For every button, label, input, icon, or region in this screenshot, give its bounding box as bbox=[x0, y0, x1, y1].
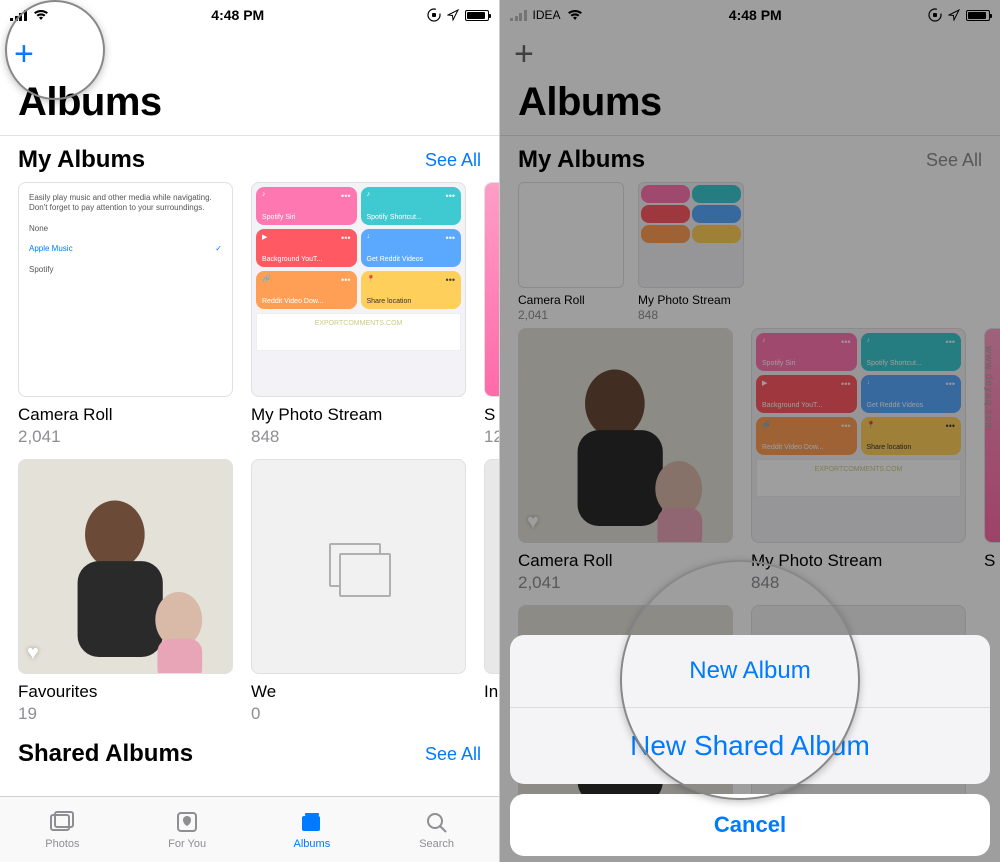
sheet-cancel[interactable]: Cancel bbox=[510, 794, 990, 856]
wifi-icon bbox=[33, 9, 49, 21]
album-count: 19 bbox=[18, 704, 233, 724]
album-peek[interactable]: In bbox=[484, 459, 499, 724]
album-camera-roll-large[interactable]: ♥ Camera Roll 2,041 bbox=[518, 328, 733, 593]
album-cover bbox=[251, 459, 466, 674]
search-tab-icon bbox=[423, 810, 451, 834]
album-peek[interactable]: S 12 bbox=[484, 182, 499, 447]
rotation-lock-icon bbox=[427, 8, 441, 22]
shared-albums-heading: Shared Albums bbox=[18, 740, 193, 768]
album-cover: ♪Spotify Siri••• ♪Spotify Shortcut...•••… bbox=[251, 182, 466, 397]
battery-icon bbox=[465, 10, 489, 21]
wifi-icon bbox=[567, 9, 583, 21]
watermark: www.deyaq.com bbox=[983, 346, 994, 432]
album-count: 848 bbox=[251, 427, 466, 447]
album-we[interactable]: We 0 bbox=[251, 459, 466, 724]
tab-photos[interactable]: Photos bbox=[0, 797, 125, 862]
my-albums-heading: My Albums bbox=[518, 146, 645, 174]
my-albums-header: My Albums See All bbox=[0, 136, 499, 182]
tab-albums[interactable]: Albums bbox=[250, 797, 375, 862]
phone-left: 4:48 PM + Albums My Albums See All Easil… bbox=[0, 0, 500, 862]
album-camera-roll[interactable]: Easily play music and other media while … bbox=[18, 182, 233, 447]
sheet-new-album[interactable]: New Album bbox=[510, 635, 990, 708]
album-cover: ♥ bbox=[18, 459, 233, 674]
add-album-button[interactable]: + bbox=[514, 37, 534, 71]
albums-row-2: ♥ Favourites 19 We 0 In bbox=[0, 459, 499, 724]
album-title: Camera Roll bbox=[18, 405, 233, 425]
heart-icon: ♥ bbox=[527, 511, 539, 534]
cellular-signal-icon bbox=[510, 9, 527, 21]
stack-icon bbox=[325, 539, 393, 595]
album-title: My Photo Stream bbox=[251, 405, 466, 425]
rotation-lock-icon bbox=[928, 8, 942, 22]
nav-bar: + bbox=[500, 30, 1000, 78]
album-favourites[interactable]: ♥ Favourites 19 bbox=[18, 459, 233, 724]
sheet-new-shared[interactable]: New Shared Album bbox=[510, 708, 990, 784]
album-title: We bbox=[251, 682, 466, 702]
album-count: 2,041 bbox=[18, 427, 233, 447]
tab-bar: Photos For You Albums Search bbox=[0, 796, 499, 862]
status-time: 4:48 PM bbox=[211, 7, 264, 23]
album-title: Favourites bbox=[18, 682, 233, 702]
album-photo-stream-large[interactable]: ♪Spotify Siri••• ♪Spotify Shortcut...•••… bbox=[751, 328, 966, 593]
album-photo-stream[interactable]: My Photo Stream 848 bbox=[638, 182, 744, 322]
see-all-link[interactable]: See All bbox=[926, 150, 982, 171]
battery-icon bbox=[966, 10, 990, 21]
for-you-tab-icon bbox=[173, 810, 201, 834]
photos-tab-icon bbox=[48, 810, 76, 834]
photo-placeholder-icon bbox=[19, 460, 232, 673]
heart-icon: ♥ bbox=[27, 642, 39, 665]
cellular-signal-icon bbox=[10, 9, 27, 21]
album-count: 0 bbox=[251, 704, 466, 724]
status-bar: IDEA 4:48 PM bbox=[500, 0, 1000, 30]
see-all-link[interactable]: See All bbox=[425, 744, 481, 765]
add-album-button[interactable]: + bbox=[14, 37, 34, 71]
page-title: Albums bbox=[0, 78, 499, 135]
albums-row-1: Easily play music and other media while … bbox=[0, 182, 499, 447]
albums-row-1b: ♥ Camera Roll 2,041 ♪Spotify Siri••• ♪Sp… bbox=[500, 328, 1000, 593]
tab-search[interactable]: Search bbox=[374, 797, 499, 862]
photo-placeholder-icon bbox=[519, 329, 732, 542]
nav-bar: + bbox=[0, 30, 499, 78]
location-icon bbox=[948, 9, 960, 21]
albums-mini-row: Camera Roll 2,041 My Photo Stream 848 bbox=[500, 182, 1000, 322]
shared-albums-header: Shared Albums See All bbox=[0, 736, 499, 776]
album-cover: ♥ bbox=[518, 328, 733, 543]
check-icon: ✓ bbox=[215, 244, 222, 254]
tab-for-you[interactable]: For You bbox=[125, 797, 250, 862]
album-cover: Easily play music and other media while … bbox=[18, 182, 233, 397]
carrier-label: IDEA bbox=[533, 8, 561, 22]
my-albums-heading: My Albums bbox=[18, 146, 145, 174]
phone-right: IDEA 4:48 PM + Albums My Albums See All … bbox=[500, 0, 1000, 862]
albums-tab-icon bbox=[298, 810, 326, 834]
action-sheet: New Album New Shared Album Cancel bbox=[510, 635, 990, 856]
status-time: 4:48 PM bbox=[729, 7, 782, 23]
album-camera-roll[interactable]: Camera Roll 2,041 bbox=[518, 182, 624, 322]
status-bar: 4:48 PM bbox=[0, 0, 499, 30]
album-photo-stream[interactable]: ♪Spotify Siri••• ♪Spotify Shortcut...•••… bbox=[251, 182, 466, 447]
location-icon bbox=[447, 9, 459, 21]
see-all-link[interactable]: See All bbox=[425, 150, 481, 171]
album-cover: ♪Spotify Siri••• ♪Spotify Shortcut...•••… bbox=[751, 328, 966, 543]
page-title: Albums bbox=[500, 78, 1000, 135]
my-albums-header: My Albums See All bbox=[500, 136, 1000, 182]
